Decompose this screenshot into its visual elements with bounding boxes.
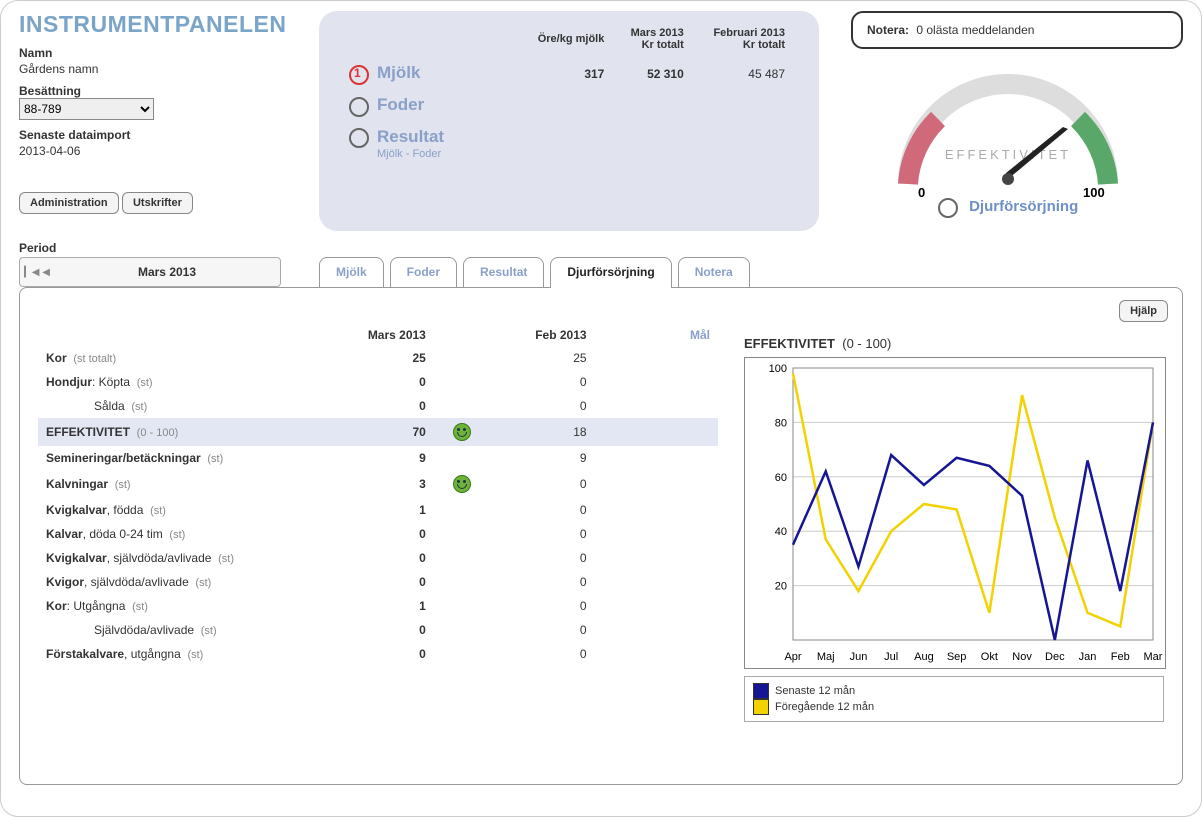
svg-text:100: 100 [1083,185,1105,199]
svg-text:Nov: Nov [1012,651,1032,663]
svg-text:Mar: Mar [1144,651,1163,663]
svg-text:80: 80 [775,417,787,429]
import-value: 2013-04-06 [19,144,319,158]
tab-resultat[interactable]: Resultat [463,257,544,288]
svg-text:Sep: Sep [947,651,967,663]
besattning-label: Besättning [19,84,319,98]
svg-text:Apr: Apr [784,651,801,663]
svg-text:60: 60 [775,472,787,484]
svg-text:20: 20 [775,581,787,593]
summary-panel: Öre/kg mjölk Mars 2013Kr totalt Februari… [319,11,819,231]
tab-foder[interactable]: Foder [390,257,457,288]
svg-text:Feb: Feb [1111,651,1130,663]
chart-title: EFFEKTIVITET (0 - 100) [744,336,1164,351]
radio-resultat[interactable] [349,128,369,148]
table-row: EFFEKTIVITET (0 - 100)7018 [38,418,718,446]
period-prev-icon[interactable]: ▎◀ ◀ [20,267,54,278]
table-row: Förstakalvare, utgångna (st)00 [38,642,718,666]
svg-text:Okt: Okt [981,651,998,663]
mjolk-orekg: 317 [517,59,610,89]
table-row: Sålda (st)00 [38,394,718,418]
col-orekg: Öre/kg mjölk [517,27,610,57]
col-mars-h: Mars 2013 [631,27,684,39]
utskrifter-button[interactable]: Utskrifter [122,192,193,214]
th-prev: Feb 2013 [479,324,594,346]
mjolk-mars: 52 310 [612,59,689,89]
table-row: Kvigor, självdöda/avlivade (st)00 [38,570,718,594]
period-bar: ▎◀ ◀ Mars 2013 [19,257,281,287]
tab-notera[interactable]: Notera [678,257,750,288]
table-row: Kalvningar (st)30 [38,470,718,498]
content-panel: Hjälp Mars 2013 Feb 2013 Mål Kor (st tot… [19,287,1183,785]
chart-legend: Senaste 12 månFöregående 12 mån [744,676,1164,722]
tab-mjölk[interactable]: Mjölk [319,257,384,288]
import-label: Senaste dataimport [19,128,319,142]
period-text: Mars 2013 [54,265,280,279]
administration-button[interactable]: Administration [19,192,119,214]
period-label: Period [19,241,1183,255]
radio-djur[interactable] [938,198,958,218]
smile-icon [453,475,471,493]
svg-text:Jul: Jul [884,651,898,663]
table-row: Kvigkalvar, självdöda/avlivade (st)00 [38,546,718,570]
efficiency-gauge: EFFEKTIVITET 0 100 Djurförsörjning [878,69,1138,219]
table-row: Självdöda/avlivade (st)00 [38,618,718,642]
notera-box: Notera: 0 olästa meddelanden [851,11,1183,49]
table-row: Kor (st totalt)2525 [38,346,718,370]
svg-text:100: 100 [769,363,787,375]
help-button[interactable]: Hjälp [1119,300,1168,322]
table-row: Hondjur: Köpta (st)00 [38,370,718,394]
mjolk-feb: 45 487 [692,59,791,89]
svg-text:Maj: Maj [817,651,835,663]
radio-foder[interactable] [349,97,369,117]
djurforsorjning-link[interactable]: Djurförsörjning [969,198,1078,215]
smile-icon [453,423,471,441]
th-goal: Mål [595,324,718,346]
namn-label: Namn [19,46,319,60]
svg-text:Dec: Dec [1045,651,1065,663]
efficiency-chart: 20 40 60 80 100 Apr Maj Jun Jul Aug Sep Okt Nov Dec Ja… [744,357,1166,669]
svg-text:Aug: Aug [914,651,934,663]
besattning-select[interactable]: 88-789 [19,98,154,120]
table-row: Kvigkalvar, födda (st)10 [38,498,718,522]
col-feb-h: Februari 2013 [713,27,785,39]
th-cur: Mars 2013 [318,324,434,346]
tab-djurförsörjning[interactable]: Djurförsörjning [550,257,671,288]
radio-mjolk[interactable] [349,65,369,85]
page-title: INSTRUMENTPANELEN [19,11,319,38]
table-row: Kalvar, döda 0-24 tim (st)00 [38,522,718,546]
svg-text:Jan: Jan [1079,651,1097,663]
svg-text:EFFEKTIVITET: EFFEKTIVITET [945,147,1071,162]
svg-text:0: 0 [918,185,925,199]
svg-text:Jun: Jun [850,651,868,663]
namn-value: Gårdens namn [19,62,319,76]
table-row: Kor: Utgångna (st)10 [38,594,718,618]
table-row: Semineringar/betäckningar (st)99 [38,446,718,470]
svg-text:40: 40 [775,526,787,538]
